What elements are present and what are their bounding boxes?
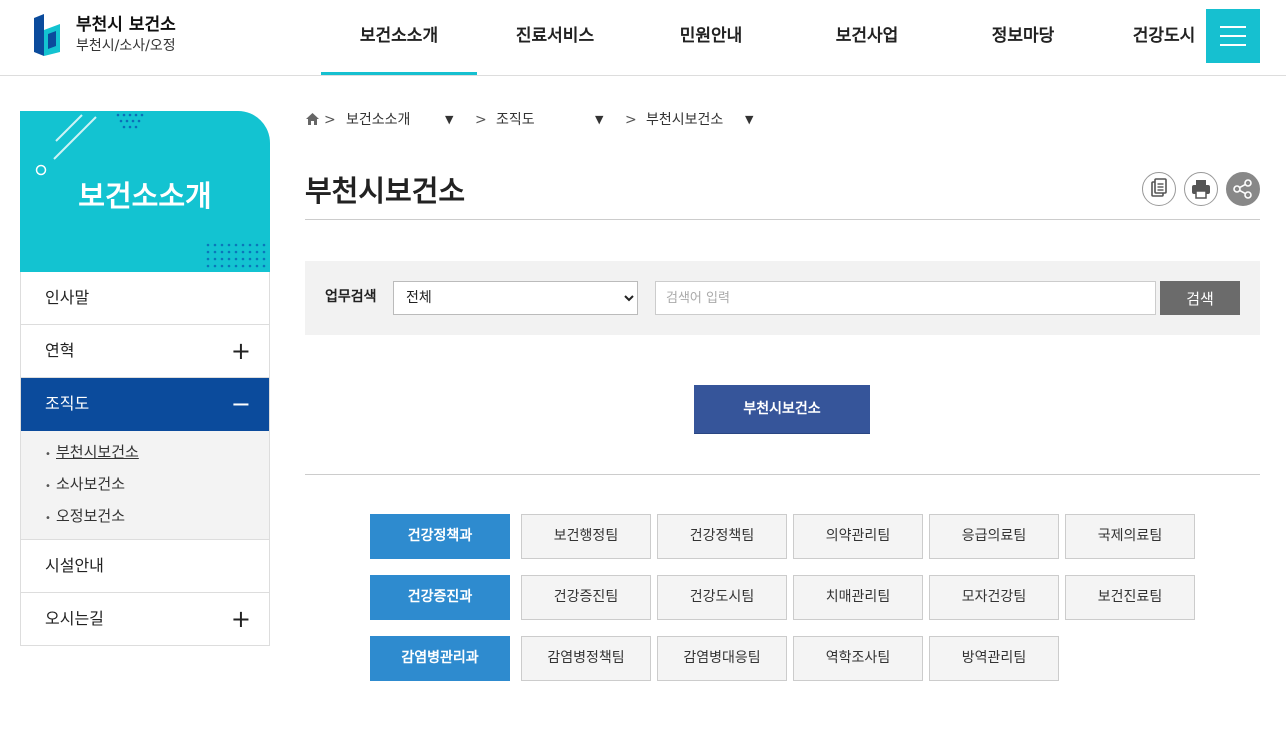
search-button[interactable]: 검색: [1160, 281, 1240, 315]
sidebar-item-directions[interactable]: 오시는길 +: [21, 593, 269, 646]
sidebar-header: 보건소소개: [20, 111, 270, 272]
sidebar-title: 보건소소개: [78, 179, 212, 213]
chevron-down-icon[interactable]: ▼: [595, 109, 603, 131]
team-button[interactable]: 역학조사팀: [793, 636, 923, 681]
breadcrumb-item-intro[interactable]: 보건소소개: [346, 109, 410, 131]
dept-button[interactable]: 건강증진과: [370, 575, 510, 620]
document-icon: [1151, 178, 1167, 197]
logo-icon: [32, 12, 62, 58]
plus-icon[interactable]: +: [231, 325, 251, 377]
logo-subtitle: 부천시/소사/오정: [76, 38, 176, 54]
submenu-item-bucheon[interactable]: • 부천시보건소: [45, 439, 269, 471]
team-button[interactable]: 방역관리팀: [929, 636, 1059, 681]
team-button[interactable]: 의약관리팀: [793, 514, 923, 559]
team-button[interactable]: 치매관리팀: [793, 575, 923, 620]
sidebar-item-org-chart[interactable]: 조직도 −: [21, 378, 269, 431]
team-button[interactable]: 감염병정책팀: [521, 636, 651, 681]
nav-item-medical[interactable]: 진료서비스: [477, 0, 633, 75]
breadcrumb-separator: >: [625, 112, 637, 128]
breadcrumb-separator: >: [475, 112, 487, 128]
sidebar-item-label: 인사말: [45, 288, 90, 307]
team-button[interactable]: 보건진료팀: [1065, 575, 1195, 620]
sidebar: 보건소소개 인사말 연혁 + 조직도 − • 부천시보건소 • 소사보건소 • 오정보…: [20, 111, 270, 646]
sidebar-item-greeting[interactable]: 인사말: [21, 272, 269, 325]
team-button[interactable]: 감염병대응팀: [657, 636, 787, 681]
sidebar-submenu: • 부천시보건소 • 소사보건소 • 오정보건소: [21, 431, 269, 540]
site-logo[interactable]: 부천시 보건소 부천시/소사/오정: [32, 12, 176, 58]
sidebar-item-label: 연혁: [45, 341, 75, 360]
hamburger-icon: [1220, 26, 1246, 28]
breadcrumb-item-org-chart[interactable]: 조직도: [496, 109, 535, 131]
sidebar-item-label: 시설안내: [45, 556, 104, 575]
breadcrumb-separator: >: [324, 112, 336, 128]
team-button[interactable]: 모자건강팀: [929, 575, 1059, 620]
page-title: 부천시보건소: [305, 174, 466, 208]
chevron-down-icon[interactable]: ▼: [745, 109, 753, 131]
nav-item-health-projects[interactable]: 보건사업: [789, 0, 945, 75]
main-nav: 보건소소개 진료서비스 민원안내 보건사업 정보마당 건강도시: [321, 0, 1227, 75]
logo-title: 부천시 보건소: [76, 15, 176, 35]
team-button[interactable]: 건강정책팀: [657, 514, 787, 559]
search-category-select[interactable]: 전체: [393, 281, 638, 315]
nav-item-info[interactable]: 정보마당: [945, 0, 1101, 75]
print-button[interactable]: [1184, 172, 1218, 206]
nav-item-civil[interactable]: 민원안내: [633, 0, 789, 75]
team-button[interactable]: 건강도시팀: [657, 575, 787, 620]
sidebar-item-history[interactable]: 연혁 +: [21, 325, 269, 378]
sidebar-menu: 인사말 연혁 + 조직도 − • 부천시보건소 • 소사보건소 • 오정보건소 시설안…: [20, 272, 270, 646]
sidebar-item-facilities[interactable]: 시설안내: [21, 540, 269, 593]
submenu-item-sosa[interactable]: • 소사보건소: [45, 471, 269, 503]
dept-button[interactable]: 감염병관리과: [370, 636, 510, 681]
hamburger-menu-button[interactable]: [1206, 9, 1260, 63]
search-label: 업무검색: [325, 289, 377, 305]
print-icon: [1192, 180, 1210, 199]
org-root-bucheon[interactable]: 부천시보건소: [694, 385, 870, 434]
home-icon[interactable]: [305, 109, 320, 131]
site-header: 부천시 보건소 부천시/소사/오정 보건소소개 진료서비스 민원안내 보건사업 …: [0, 0, 1286, 76]
team-button[interactable]: 건강증진팀: [521, 575, 651, 620]
sidebar-item-label: 오시는길: [45, 609, 104, 628]
team-button[interactable]: 국제의료팀: [1065, 514, 1195, 559]
minus-icon[interactable]: −: [231, 378, 251, 430]
team-button[interactable]: 응급의료팀: [929, 514, 1059, 559]
team-button[interactable]: 보건행정팀: [521, 514, 651, 559]
sidebar-item-label: 조직도: [45, 394, 90, 413]
share-button[interactable]: [1226, 172, 1260, 206]
chevron-down-icon[interactable]: ▼: [445, 109, 453, 131]
copy-url-button[interactable]: [1142, 172, 1176, 206]
title-divider: [305, 219, 1260, 220]
breadcrumb-item-current[interactable]: 부천시보건소: [646, 109, 723, 131]
share-icon: [1233, 179, 1252, 199]
submenu-item-ojeong[interactable]: • 오정보건소: [45, 503, 269, 535]
nav-item-intro[interactable]: 보건소소개: [321, 0, 477, 75]
dept-button[interactable]: 건강정책과: [370, 514, 510, 559]
search-input[interactable]: [655, 281, 1156, 315]
work-search-panel: 업무검색 전체 검색: [305, 261, 1260, 335]
plus-icon[interactable]: +: [231, 593, 251, 645]
org-divider: [305, 474, 1260, 475]
